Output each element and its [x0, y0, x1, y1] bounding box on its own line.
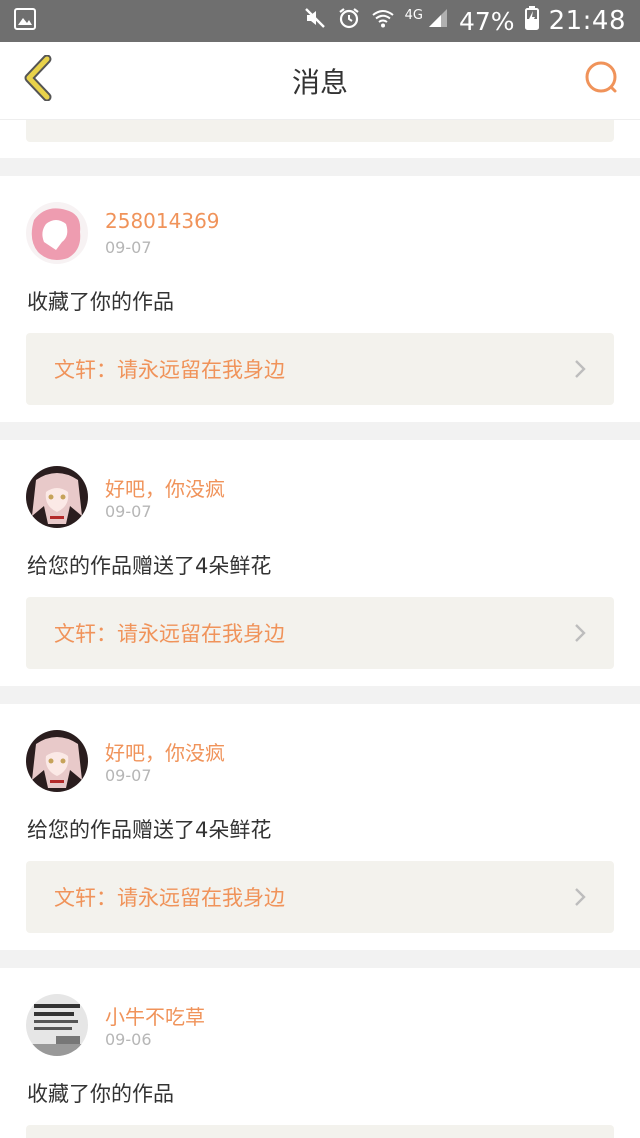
- network-type: 4G: [404, 7, 423, 23]
- work-link[interactable]: 文轩：请永远留在我身边: [26, 597, 614, 669]
- avatar[interactable]: [26, 994, 88, 1056]
- username[interactable]: 好吧，你没疯: [105, 473, 225, 502]
- work-title: 文轩：请永远留在我身边: [54, 622, 285, 646]
- message-date: 09-07: [105, 238, 152, 257]
- work-title: 文轩：请永远留在我身边: [54, 358, 285, 382]
- avatar[interactable]: [26, 466, 88, 528]
- message-card: 小牛不吃草 09-06 收藏了你的作品: [0, 968, 640, 1138]
- message-card: 好吧，你没疯 09-07 给您的作品赠送了4朵鲜花 文轩：请永远留在我身边: [0, 704, 640, 950]
- mute-icon: [303, 6, 327, 36]
- card-divider: [0, 686, 640, 704]
- search-icon: [582, 58, 622, 102]
- search-button[interactable]: [578, 56, 626, 104]
- back-button[interactable]: [14, 54, 62, 105]
- message-action: 收藏了你的作品: [27, 1082, 174, 1106]
- gallery-icon: [14, 8, 36, 34]
- message-card-partial: [0, 120, 640, 158]
- clock: 21:48: [548, 6, 626, 36]
- top-nav-bar: 消息: [0, 42, 640, 120]
- message-date: 09-07: [105, 766, 152, 785]
- chevron-right-icon: [568, 885, 592, 909]
- chevron-right-icon: [568, 357, 592, 381]
- card-divider: [0, 422, 640, 440]
- work-link[interactable]: [26, 1125, 614, 1138]
- username[interactable]: 小牛不吃草: [105, 1001, 205, 1030]
- message-action: 给您的作品赠送了4朵鲜花: [27, 554, 272, 578]
- avatar[interactable]: [26, 730, 88, 792]
- back-chevron-icon: [21, 54, 55, 105]
- work-link-partial[interactable]: [26, 120, 614, 142]
- avatar[interactable]: [26, 202, 88, 264]
- signal-icon: [427, 7, 449, 35]
- message-action: 给您的作品赠送了4朵鲜花: [27, 818, 272, 842]
- wifi-icon: [371, 6, 395, 36]
- page-title: 消息: [291, 65, 348, 99]
- message-date: 09-07: [105, 502, 152, 521]
- alarm-icon: [337, 6, 361, 36]
- card-divider: [0, 158, 640, 176]
- username[interactable]: 258014369: [105, 209, 220, 233]
- battery-percent: 47%: [458, 6, 515, 36]
- message-card: 好吧，你没疯 09-07 给您的作品赠送了4朵鲜花 文轩：请永远留在我身边: [0, 440, 640, 686]
- username[interactable]: 好吧，你没疯: [105, 737, 225, 766]
- card-divider: [0, 950, 640, 968]
- message-date: 09-06: [105, 1030, 152, 1049]
- message-action: 收藏了你的作品: [27, 290, 174, 314]
- battery-charging-icon: [524, 6, 539, 36]
- work-link[interactable]: 文轩：请永远留在我身边: [26, 861, 614, 933]
- message-list[interactable]: 258014369 09-07 收藏了你的作品 文轩：请永远留在我身边 好吧，你…: [0, 120, 640, 1138]
- work-title: 文轩：请永远留在我身边: [54, 886, 285, 910]
- chevron-right-icon: [568, 621, 592, 645]
- work-link[interactable]: 文轩：请永远留在我身边: [26, 333, 614, 405]
- message-card: 258014369 09-07 收藏了你的作品 文轩：请永远留在我身边: [0, 176, 640, 422]
- status-bar: 4G 47% 21:48: [0, 0, 640, 42]
